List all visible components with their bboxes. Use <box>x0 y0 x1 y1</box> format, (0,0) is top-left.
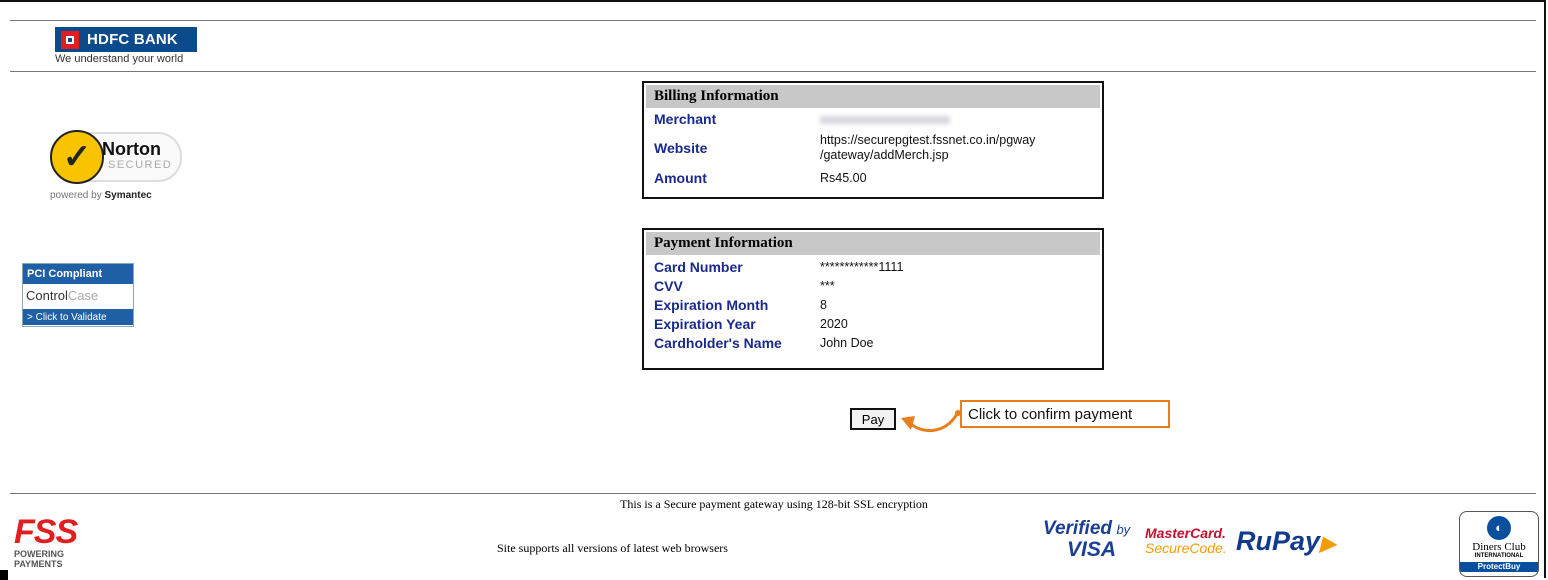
norton-secured: SECURED <box>108 159 173 171</box>
hdfc-mark-icon <box>61 30 79 49</box>
rupay-word: RuPay <box>1236 526 1321 556</box>
footer-divider <box>10 493 1536 494</box>
cardholder-label: Cardholder's Name <box>654 334 782 351</box>
rupay-logo: RuPay▶ <box>1236 526 1335 557</box>
hdfc-logo-box: HDFC BANK <box>55 27 197 52</box>
payment-panel: Payment Information Card Number ********… <box>642 228 1104 370</box>
pci-title: PCI Compliant <box>23 264 133 284</box>
symantec-text: Symantec <box>104 190 152 201</box>
controlcase-a: Control <box>26 287 68 303</box>
website-label: Website <box>654 140 708 156</box>
callout-arrow-icon <box>901 410 961 433</box>
frame-corner <box>0 570 8 580</box>
card-number-label: Card Number <box>654 258 743 275</box>
norton-badge[interactable]: ✓ Norton SECURED powered by Symantec <box>50 130 185 201</box>
vbv-visa: VISA <box>1067 538 1117 561</box>
mastercard-securecode-logo: MasterCard. SecureCode. <box>1145 526 1227 556</box>
website-value: https://securepgtest.fssnet.co.in/pgway … <box>820 133 1036 162</box>
billing-row-merchant: Merchant <box>644 110 1102 128</box>
billing-row-website: Website https://securepgtest.fssnet.co.i… <box>644 128 1102 168</box>
merchant-value-redacted <box>820 116 950 124</box>
billing-row-amount: Amount Rs45.00 <box>644 168 1102 188</box>
fss-logo: FSS POWERING PAYMENTS <box>14 513 78 569</box>
vbv-verified: Verified <box>1043 518 1112 539</box>
diners-icon: ◐ <box>1487 516 1511 540</box>
controlcase-b: Case <box>67 287 99 303</box>
verified-by-visa-logo: Verified by VISA <box>1043 518 1130 560</box>
amount-label: Amount <box>654 170 707 186</box>
hdfc-logo: HDFC BANK We understand your world <box>55 27 197 65</box>
payment-row: Expiration Month 8 <box>644 295 1102 314</box>
exp-month-value: 8 <box>820 297 827 312</box>
fss-word: FSS <box>14 513 78 551</box>
secure-notice: This is a Secure payment gateway using 1… <box>620 497 928 511</box>
bank-name: HDFC BANK <box>87 31 178 48</box>
payment-row: Cardholder's Name John Doe <box>644 333 1102 352</box>
norton-powered: powered by Symantec <box>50 190 185 201</box>
pci-badge[interactable]: PCI Compliant Control Case > Click to Val… <box>22 263 134 327</box>
merchant-label: Merchant <box>654 111 717 127</box>
exp-year-value: 2020 <box>820 316 848 331</box>
payment-row: Expiration Year 2020 <box>644 314 1102 333</box>
fss-payments: PAYMENTS <box>14 559 63 569</box>
norton-powered-text: powered by <box>50 190 102 201</box>
diners-international: INTERNATIONAL <box>1474 553 1524 559</box>
top-divider <box>10 20 1536 21</box>
billing-title: Billing Information <box>646 85 1100 108</box>
diners-protectbuy: ProtectBuy <box>1460 562 1538 572</box>
billing-panel: Billing Information Merchant Website htt… <box>642 81 1104 199</box>
vbv-by: by <box>1116 522 1131 537</box>
norton-pill: ✓ Norton SECURED <box>50 130 182 184</box>
pay-button[interactable]: Pay <box>850 408 896 430</box>
mc-sub: SecureCode. <box>1145 540 1227 556</box>
payment-row: Card Number ************1111 <box>644 257 1102 276</box>
cvv-value: *** <box>820 278 835 293</box>
confirm-callout: Click to confirm payment <box>960 400 1170 428</box>
norton-word: Norton <box>102 139 161 159</box>
payment-row: CVV *** <box>644 276 1102 295</box>
browser-support-notice: Site supports all versions of latest web… <box>497 541 728 555</box>
exp-year-label: Expiration Year <box>654 315 756 332</box>
check-icon: ✓ <box>50 130 104 184</box>
cvv-label: CVV <box>654 277 683 294</box>
header-divider <box>10 71 1536 72</box>
cardholder-value: John Doe <box>820 335 874 350</box>
controlcase-logo: Control Case <box>23 284 133 306</box>
exp-month-label: Expiration Month <box>654 296 769 313</box>
pci-validate-link[interactable]: > Click to Validate <box>23 309 133 325</box>
diners-club-logo: ◐ Diners Club INTERNATIONAL ProtectBuy <box>1459 511 1539 577</box>
payment-title: Payment Information <box>646 232 1100 255</box>
diners-name: Diners Club <box>1472 541 1526 553</box>
bank-tagline: We understand your world <box>55 53 184 65</box>
rupay-arrow-icon: ▶ <box>1320 533 1336 555</box>
amount-value: Rs45.00 <box>820 171 867 185</box>
card-number-value: ************1111 <box>820 259 904 274</box>
mc-name: MasterCard. <box>1145 525 1226 541</box>
